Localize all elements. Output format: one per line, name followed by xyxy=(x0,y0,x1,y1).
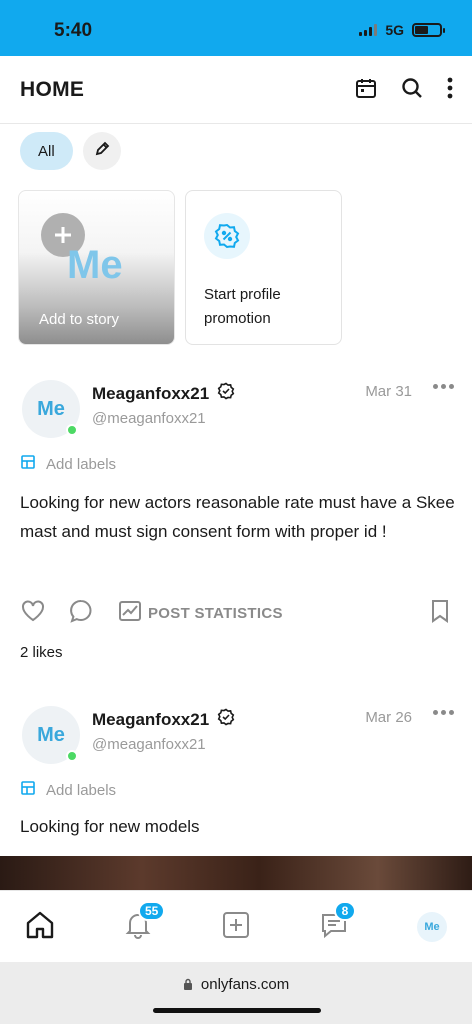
label-icon xyxy=(20,780,36,800)
author-handle[interactable]: @meaganfoxx21 xyxy=(92,410,206,427)
battery-fill xyxy=(415,26,429,34)
post-text: Looking for new actors reasonable rate m… xyxy=(20,493,455,541)
stories-row: Me Add to story Start profile promotion xyxy=(18,190,342,345)
status-indicators: 5G xyxy=(359,22,445,38)
bottom-nav: 55 8 Me xyxy=(0,890,472,962)
plus-square-icon xyxy=(221,910,251,945)
nav-home[interactable] xyxy=(22,909,58,945)
status-bar: 5:40 5G xyxy=(0,0,472,56)
start-promotion-card[interactable]: Start profile promotion xyxy=(185,190,342,345)
post-text: Looking for new models xyxy=(20,817,200,836)
notifications-badge: 55 xyxy=(138,901,166,921)
add-labels-button[interactable]: Add labels xyxy=(20,454,116,474)
post-statistics-label: POST STATISTICS xyxy=(148,604,283,622)
status-time: 5:40 xyxy=(54,20,93,41)
signal-icon xyxy=(359,24,378,36)
promotion-label: Start profile promotion xyxy=(204,286,281,327)
add-labels-text: Add labels xyxy=(46,781,117,799)
pencil-icon xyxy=(94,141,110,162)
verified-icon xyxy=(217,382,235,405)
home-icon xyxy=(24,909,56,946)
browser-bar: onlyfans.com xyxy=(0,962,472,1024)
chart-icon xyxy=(118,600,142,626)
lock-icon xyxy=(183,976,201,993)
author-name-text: Meaganfoxx21 xyxy=(92,383,210,403)
post-menu-button[interactable] xyxy=(433,710,454,715)
discount-icon xyxy=(204,213,250,259)
verified-icon xyxy=(217,708,235,731)
add-labels-button[interactable]: Add labels xyxy=(20,780,116,800)
edit-filters-button[interactable] xyxy=(82,132,121,170)
url-text: onlyfans.com xyxy=(200,976,290,993)
author-name-text: Meaganfoxx21 xyxy=(92,709,210,729)
top-header: HOME xyxy=(0,56,472,124)
post-date: Mar 26 xyxy=(365,709,412,726)
heart-icon[interactable] xyxy=(20,598,46,629)
add-labels-text: Add labels xyxy=(46,455,117,473)
author-name[interactable]: Meaganfoxx21 xyxy=(92,708,235,731)
nav-new-post[interactable] xyxy=(218,909,254,945)
calendar-icon[interactable] xyxy=(354,76,378,100)
network-label: 5G xyxy=(385,22,404,38)
post-date: Mar 31 xyxy=(365,383,412,400)
likes-count[interactable]: 2 likes xyxy=(20,644,63,661)
post-media-preview[interactable] xyxy=(0,856,472,890)
comment-icon[interactable] xyxy=(68,598,94,629)
search-icon[interactable] xyxy=(400,76,424,100)
online-status-dot xyxy=(66,424,78,436)
header-actions xyxy=(354,76,454,100)
nav-notifications[interactable]: 55 xyxy=(120,901,166,945)
post-statistics-button[interactable]: POST STATISTICS xyxy=(118,600,283,626)
add-story-card[interactable]: Me Add to story xyxy=(18,190,175,345)
story-avatar-text: Me xyxy=(67,243,123,287)
profile-avatar: Me xyxy=(417,912,447,942)
author-name[interactable]: Meaganfoxx21 xyxy=(92,382,235,405)
url-field[interactable]: onlyfans.com xyxy=(0,976,472,993)
battery-icon xyxy=(412,23,445,37)
more-vertical-icon[interactable] xyxy=(446,76,454,100)
online-status-dot xyxy=(66,750,78,762)
label-icon xyxy=(20,454,36,474)
post-menu-button[interactable] xyxy=(433,384,454,389)
home-indicator[interactable] xyxy=(153,1008,321,1013)
nav-messages[interactable]: 8 xyxy=(316,901,356,945)
messages-badge: 8 xyxy=(334,901,356,921)
nav-profile[interactable]: Me xyxy=(414,909,450,945)
page-title: HOME xyxy=(20,78,85,101)
bookmark-icon[interactable] xyxy=(430,599,450,628)
post-actions: POST STATISTICS xyxy=(20,598,452,628)
filter-all-chip[interactable]: All xyxy=(20,132,73,170)
author-handle[interactable]: @meaganfoxx21 xyxy=(92,736,206,753)
filter-row: All xyxy=(20,132,121,170)
add-story-label: Add to story xyxy=(39,311,120,328)
